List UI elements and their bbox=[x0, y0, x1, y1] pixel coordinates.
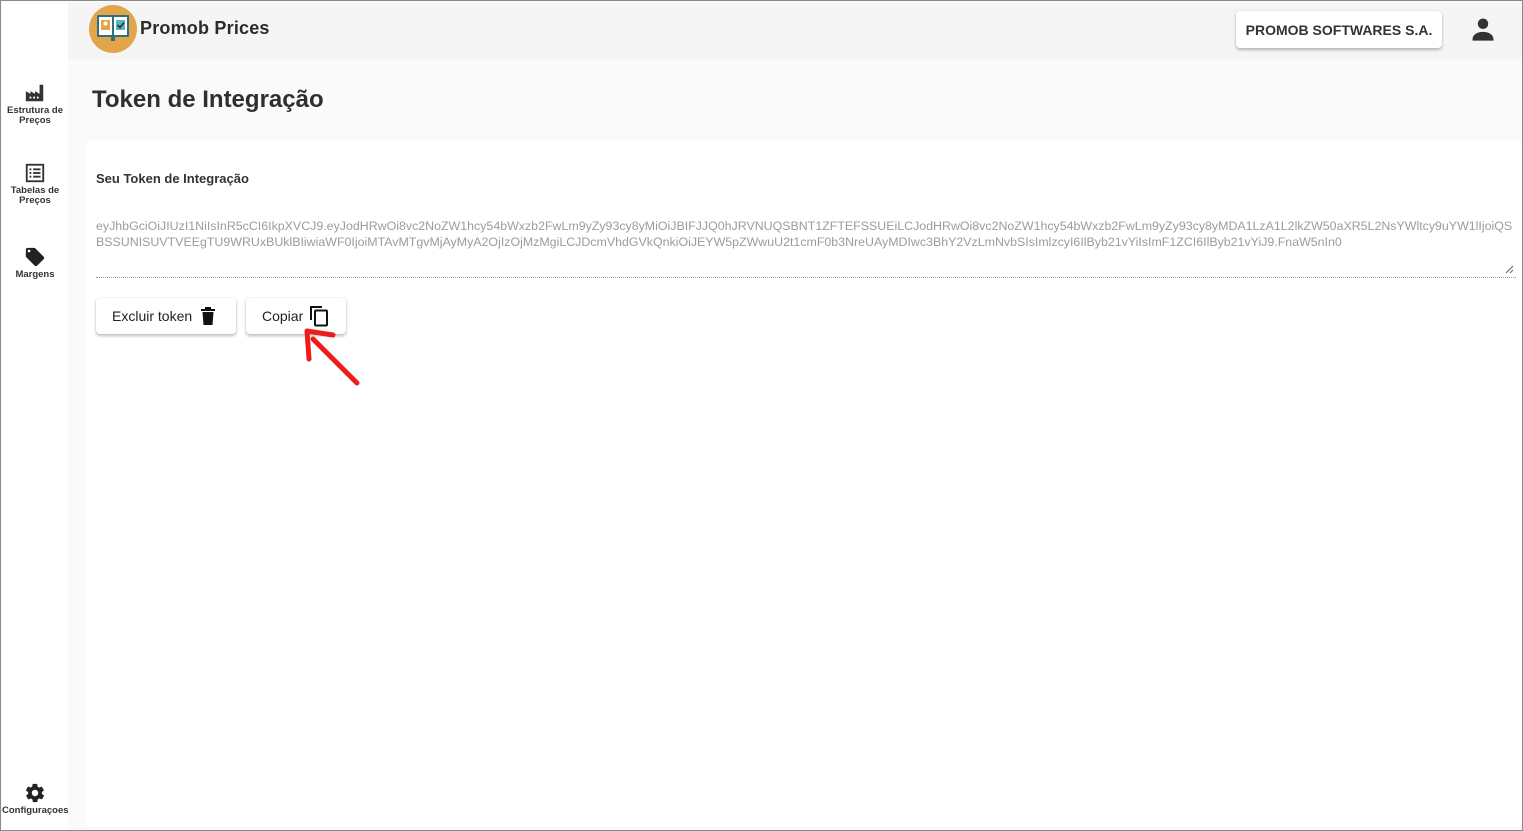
token-card: Seu Token de Integração eyJhbGciOiJIUzI1… bbox=[86, 140, 1522, 827]
page-title: Token de Integração bbox=[92, 86, 324, 113]
app-window: Estrutura de Preços Tabelas de Preços Ma… bbox=[0, 0, 1523, 831]
sidebar-item-label: Margens bbox=[15, 269, 55, 280]
annotation-arrow-icon bbox=[304, 328, 360, 386]
sidebar-item-label-2: Preços bbox=[19, 195, 51, 206]
sidebar-item-margens[interactable]: Margens bbox=[2, 246, 68, 280]
sidebar-item-label: Configuraçoes bbox=[2, 805, 69, 816]
factory-icon bbox=[25, 84, 44, 102]
company-selector-button[interactable]: PROMOB SOFTWARES S.A. bbox=[1236, 11, 1442, 48]
resize-grip-icon[interactable] bbox=[1505, 265, 1514, 274]
gear-icon bbox=[25, 783, 45, 803]
copy-token-label: Copiar bbox=[262, 308, 304, 324]
app-title: Promob Prices bbox=[140, 18, 270, 38]
list-icon bbox=[25, 163, 45, 183]
sidebar: Estrutura de Preços Tabelas de Preços Ma… bbox=[2, 2, 69, 830]
token-textarea[interactable]: eyJhbGciOiJIUzI1NiIsInR5cCI6IkpXVCJ9.eyJ… bbox=[96, 218, 1516, 278]
user-account-icon[interactable] bbox=[1469, 15, 1497, 43]
sidebar-item-tabelas-precos[interactable]: Tabelas de Preços bbox=[2, 162, 68, 206]
sidebar-item-label-2: Preços bbox=[19, 115, 51, 126]
top-header: Promob Prices PROMOB SOFTWARES S.A. bbox=[68, 2, 1522, 60]
app-logo bbox=[89, 5, 137, 53]
token-label: Seu Token de Integração bbox=[96, 171, 249, 186]
delete-token-button[interactable]: Excluir token bbox=[96, 298, 236, 334]
logo-icon bbox=[97, 15, 129, 41]
sidebar-item-estrutura-precos[interactable]: Estrutura de Preços bbox=[2, 82, 68, 126]
sidebar-item-configuracoes[interactable]: Configuraçoes bbox=[2, 782, 69, 816]
tag-icon bbox=[25, 247, 45, 267]
delete-token-label: Excluir token bbox=[112, 308, 193, 324]
trash-icon bbox=[201, 307, 216, 325]
